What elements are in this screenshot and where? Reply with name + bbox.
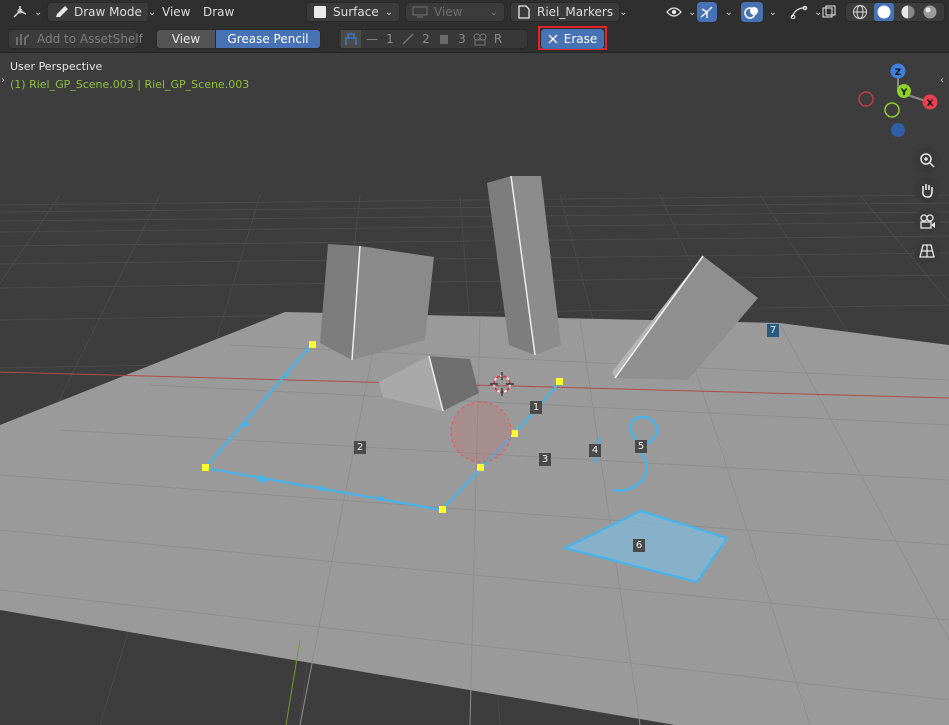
- slot-1-label[interactable]: 1: [383, 32, 397, 46]
- slot-r-label[interactable]: R: [491, 32, 505, 46]
- surface-dropdown[interactable]: Surface ⌄: [306, 2, 400, 22]
- rendered-shading-icon[interactable]: [922, 4, 938, 20]
- camera-tool-icon[interactable]: [469, 32, 491, 46]
- gizmo-options[interactable]: ⌄: [717, 2, 737, 22]
- chevron-down-icon: ⌄: [34, 6, 43, 18]
- marker-3: 3: [539, 453, 551, 466]
- viewport-canvas[interactable]: [0, 53, 949, 725]
- eye-icon: [666, 6, 682, 18]
- gizmo-x-label: X: [927, 99, 934, 109]
- material-shading-icon[interactable]: [900, 4, 916, 20]
- erase-label: Erase: [563, 32, 598, 46]
- marker-6: 6: [633, 539, 645, 552]
- viewport-header: ⌄ Draw Mode ⌄ View Draw Surface ⌄ View ⌄…: [0, 0, 949, 24]
- chevron-down-icon: ⌄: [489, 6, 498, 18]
- chevron-down-icon: ⌄: [384, 6, 394, 18]
- chevron-down-icon: ⌄: [147, 6, 157, 18]
- tab-grease-pencil[interactable]: Grease Pencil: [215, 29, 321, 49]
- curve-icon: [790, 5, 808, 19]
- perspective-toggle-button[interactable]: [914, 238, 940, 264]
- marker-4: 4: [589, 444, 601, 457]
- hand-icon: [919, 182, 935, 198]
- chevron-down-icon: ⌄: [619, 6, 628, 18]
- navigation-gizmo[interactable]: Z Y X: [855, 60, 941, 140]
- zoom-icon: [919, 152, 935, 168]
- block-tool-icon[interactable]: [433, 33, 455, 45]
- diagonal-tool-icon[interactable]: [397, 32, 419, 46]
- overlay-icon: [744, 5, 760, 19]
- slot-3-label[interactable]: 3: [455, 32, 469, 46]
- erase-button[interactable]: Erase: [541, 29, 604, 49]
- asset-shelf-label: Add to AssetShelf: [37, 32, 143, 46]
- solid-shading-icon[interactable]: [874, 3, 894, 21]
- grid-perspective-icon: [919, 243, 935, 259]
- marker-5: 5: [635, 440, 647, 453]
- document-icon: [517, 5, 531, 19]
- chevron-down-icon: ⌄: [688, 6, 697, 18]
- object-info-label: (1) Riel_GP_Scene.003 | Riel_GP_Scene.00…: [10, 78, 250, 91]
- layer-label: Riel_Markers: [537, 5, 614, 19]
- layer-dropdown[interactable]: Riel_Markers ⌄: [510, 2, 628, 22]
- xray-icon: [822, 5, 836, 19]
- view-dropdown-label: View: [434, 5, 463, 19]
- axis-cursor-icon: [12, 5, 28, 19]
- surface-label: Surface: [333, 5, 379, 19]
- chevron-down-icon: ⌄: [724, 6, 733, 18]
- square-icon: [313, 5, 327, 19]
- gizmo-icon: [699, 5, 715, 19]
- shading-mode-group: [845, 2, 945, 22]
- close-icon: [548, 34, 558, 44]
- gp-tool-strip: — 1 2 3 R: [338, 29, 528, 49]
- mode-dropdown[interactable]: Draw Mode ⌄: [47, 2, 156, 22]
- mode-label: Draw Mode: [74, 5, 142, 19]
- monitor-icon: [412, 5, 428, 19]
- marker-2: 2: [354, 441, 366, 454]
- gp-edit-lines-button[interactable]: ⌄: [784, 2, 822, 22]
- marker-1: 1: [530, 401, 542, 414]
- brush-tool-icon[interactable]: [341, 30, 361, 48]
- visibility-button[interactable]: ⌄: [660, 2, 696, 22]
- add-to-assetshelf-button[interactable]: Add to AssetShelf: [8, 29, 143, 49]
- asset-shelf-icon: [15, 32, 31, 46]
- chevron-down-icon: ⌄: [768, 6, 777, 18]
- draw-menu[interactable]: Draw: [197, 2, 240, 22]
- camera-view-button[interactable]: [914, 208, 940, 234]
- erase-brush-cursor: [450, 401, 512, 463]
- pencil-icon: [54, 5, 70, 19]
- view-menu[interactable]: View: [156, 2, 196, 22]
- marker-7: 7: [767, 324, 779, 337]
- editor-type-button[interactable]: ⌄: [6, 2, 42, 22]
- toolbar-expand-icon[interactable]: ›: [1, 75, 5, 86]
- wireframe-shading-icon[interactable]: [852, 4, 868, 20]
- gizmo-z-label: Z: [895, 68, 902, 78]
- slot-2-label[interactable]: 2: [419, 32, 433, 46]
- gizmo-y-label: Y: [900, 88, 908, 98]
- overlay-toggle[interactable]: [741, 2, 763, 22]
- perspective-label: User Perspective: [10, 60, 103, 73]
- zoom-button[interactable]: [914, 147, 940, 173]
- pan-button[interactable]: [914, 177, 940, 203]
- tab-view[interactable]: View: [156, 29, 216, 49]
- view-dropdown[interactable]: View ⌄: [405, 2, 505, 22]
- xray-toggle[interactable]: [818, 2, 840, 22]
- overlay-options[interactable]: ⌄: [763, 2, 781, 22]
- gizmo-toggle[interactable]: [697, 2, 717, 22]
- line-tool-icon[interactable]: —: [361, 32, 383, 46]
- camera-icon: [918, 213, 936, 229]
